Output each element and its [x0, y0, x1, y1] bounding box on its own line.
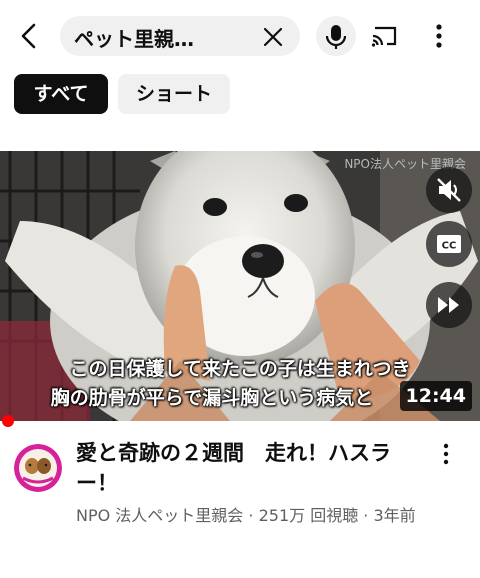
captions-button[interactable]: CC — [426, 221, 472, 267]
fast-forward-button[interactable] — [426, 282, 472, 328]
caption-line-2: 胸の肋骨が平らで漏斗胸という病気と — [50, 387, 374, 409]
top-app-bar: ペット里親… — [0, 0, 480, 72]
video-metadata[interactable]: 愛と奇跡の２週間 走れ！ハスラー！ NPO 法人ペット里親会 · 251万 回視… — [0, 430, 480, 578]
voice-search-button[interactable] — [316, 16, 356, 56]
mute-button[interactable] — [426, 167, 472, 213]
upload-age: 3年前 — [373, 506, 416, 525]
cast-icon[interactable] — [370, 22, 400, 50]
duration-badge: 12:44 — [399, 381, 472, 411]
video-player[interactable]: NPO法人ペット里親会 CC この日保護して来たこの子は生まれつき 胸の肋骨が平… — [0, 151, 480, 421]
progress-scrubber[interactable] — [2, 415, 14, 427]
video-title[interactable]: 愛と奇跡の２週間 走れ！ハスラー！ — [76, 438, 416, 498]
channel-name[interactable]: NPO 法人ペット里親会 — [76, 506, 243, 525]
filter-chips: すべて ショート — [0, 74, 480, 116]
more-options-icon[interactable] — [428, 20, 450, 52]
clear-search-icon[interactable] — [260, 24, 286, 50]
video-menu-icon[interactable] — [436, 440, 456, 470]
chip-all[interactable]: すべて — [14, 74, 108, 114]
separator: · — [243, 506, 259, 525]
search-box[interactable]: ペット里親… — [60, 16, 300, 56]
closed-captions-icon: CC — [437, 235, 461, 253]
video-subtitle: NPO 法人ペット里親会 · 251万 回視聴 · 3年前 — [76, 500, 446, 532]
fast-forward-icon — [438, 297, 459, 313]
view-count: 251万 回視聴 — [258, 506, 359, 525]
mute-icon — [437, 178, 461, 202]
caption-line-1: この日保護して来たこの子は生まれつき — [69, 358, 411, 380]
separator: · — [358, 506, 374, 525]
back-arrow-icon[interactable] — [14, 20, 46, 52]
microphone-icon — [325, 25, 347, 49]
channel-logo — [14, 444, 62, 492]
search-query[interactable]: ペット里親… — [74, 23, 194, 52]
channel-avatar[interactable] — [14, 444, 62, 492]
chip-shorts[interactable]: ショート — [118, 74, 230, 114]
svg-text:CC: CC — [442, 241, 457, 252]
